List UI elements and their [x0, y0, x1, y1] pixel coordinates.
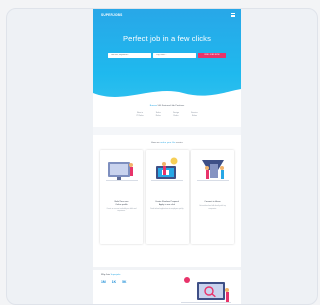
steps-cards: Build Your own Online profile Create an a…: [93, 150, 241, 245]
why-join-section: Why Join Superjobs 1M 1K 5K: [93, 267, 241, 304]
stat-value: 1M: [101, 280, 106, 284]
stat-item[interactable]: Sales Roles: [156, 112, 161, 118]
stats-row: New in IT Roles Sales Roles Design Roles Se…: [93, 112, 241, 118]
why-join-heading: Why Join Superjobs: [101, 274, 121, 276]
step-title: Build Your own Online profile: [114, 201, 129, 207]
step-description: Send tailored applications to employers …: [150, 209, 184, 210]
stat-value: 1K: [111, 280, 117, 284]
site-logo[interactable]: SUPERJOBS: [101, 13, 122, 17]
step-title: Connect to Hirers: [204, 201, 221, 204]
location-search-input[interactable]: [153, 53, 196, 58]
step-card-proposal[interactable]: Create Flawless Proposal Apply in one cli…: [145, 150, 189, 245]
how-it-works-heading: How we make your life easier: [151, 142, 183, 145]
menu-icon[interactable]: [231, 13, 235, 17]
search-illustration-icon: [181, 277, 231, 303]
stat-item[interactable]: Service Roles: [191, 112, 198, 118]
step-description: Get matched and talk directly with top c…: [199, 206, 226, 210]
stat-item[interactable]: Design Roles: [173, 112, 179, 118]
website-preview: SUPERJOBS Perfect job in a few clicks FI…: [93, 9, 241, 304]
top-bar: SUPERJOBS: [93, 9, 241, 17]
step-card-profile[interactable]: Build Your own Online profile Create an a…: [100, 150, 143, 245]
proposal-illustration-icon: [151, 157, 183, 182]
stats-heading: Browse 500 Featured Job Positions: [149, 105, 185, 107]
search-bar: FIND JOBS NOW: [93, 53, 241, 58]
stat-item[interactable]: New in IT Roles: [136, 112, 143, 118]
hero-wave: [93, 89, 241, 103]
profile-illustration-icon: [105, 162, 138, 182]
section-divider: [93, 127, 241, 136]
hero-section: SUPERJOBS Perfect job in a few clicks FI…: [93, 9, 241, 103]
hero-title: Perfect job in a few clicks: [123, 34, 211, 43]
step-card-connect[interactable]: Connect to Hirers Get matched and talk d…: [191, 150, 234, 245]
step-title: Create Flawless Proposal Apply in one cli…: [155, 201, 179, 207]
stat-value: 5K: [122, 280, 127, 284]
why-join-stats: 1M 1K 5K: [101, 280, 126, 284]
find-jobs-button[interactable]: FIND JOBS NOW: [198, 53, 226, 58]
connect-illustration-icon: [196, 160, 229, 182]
preview-card: SUPERJOBS Perfect job in a few clicks FI…: [6, 8, 318, 305]
job-search-input[interactable]: [108, 53, 151, 58]
step-description: Create an account and add your skills an…: [106, 209, 137, 213]
